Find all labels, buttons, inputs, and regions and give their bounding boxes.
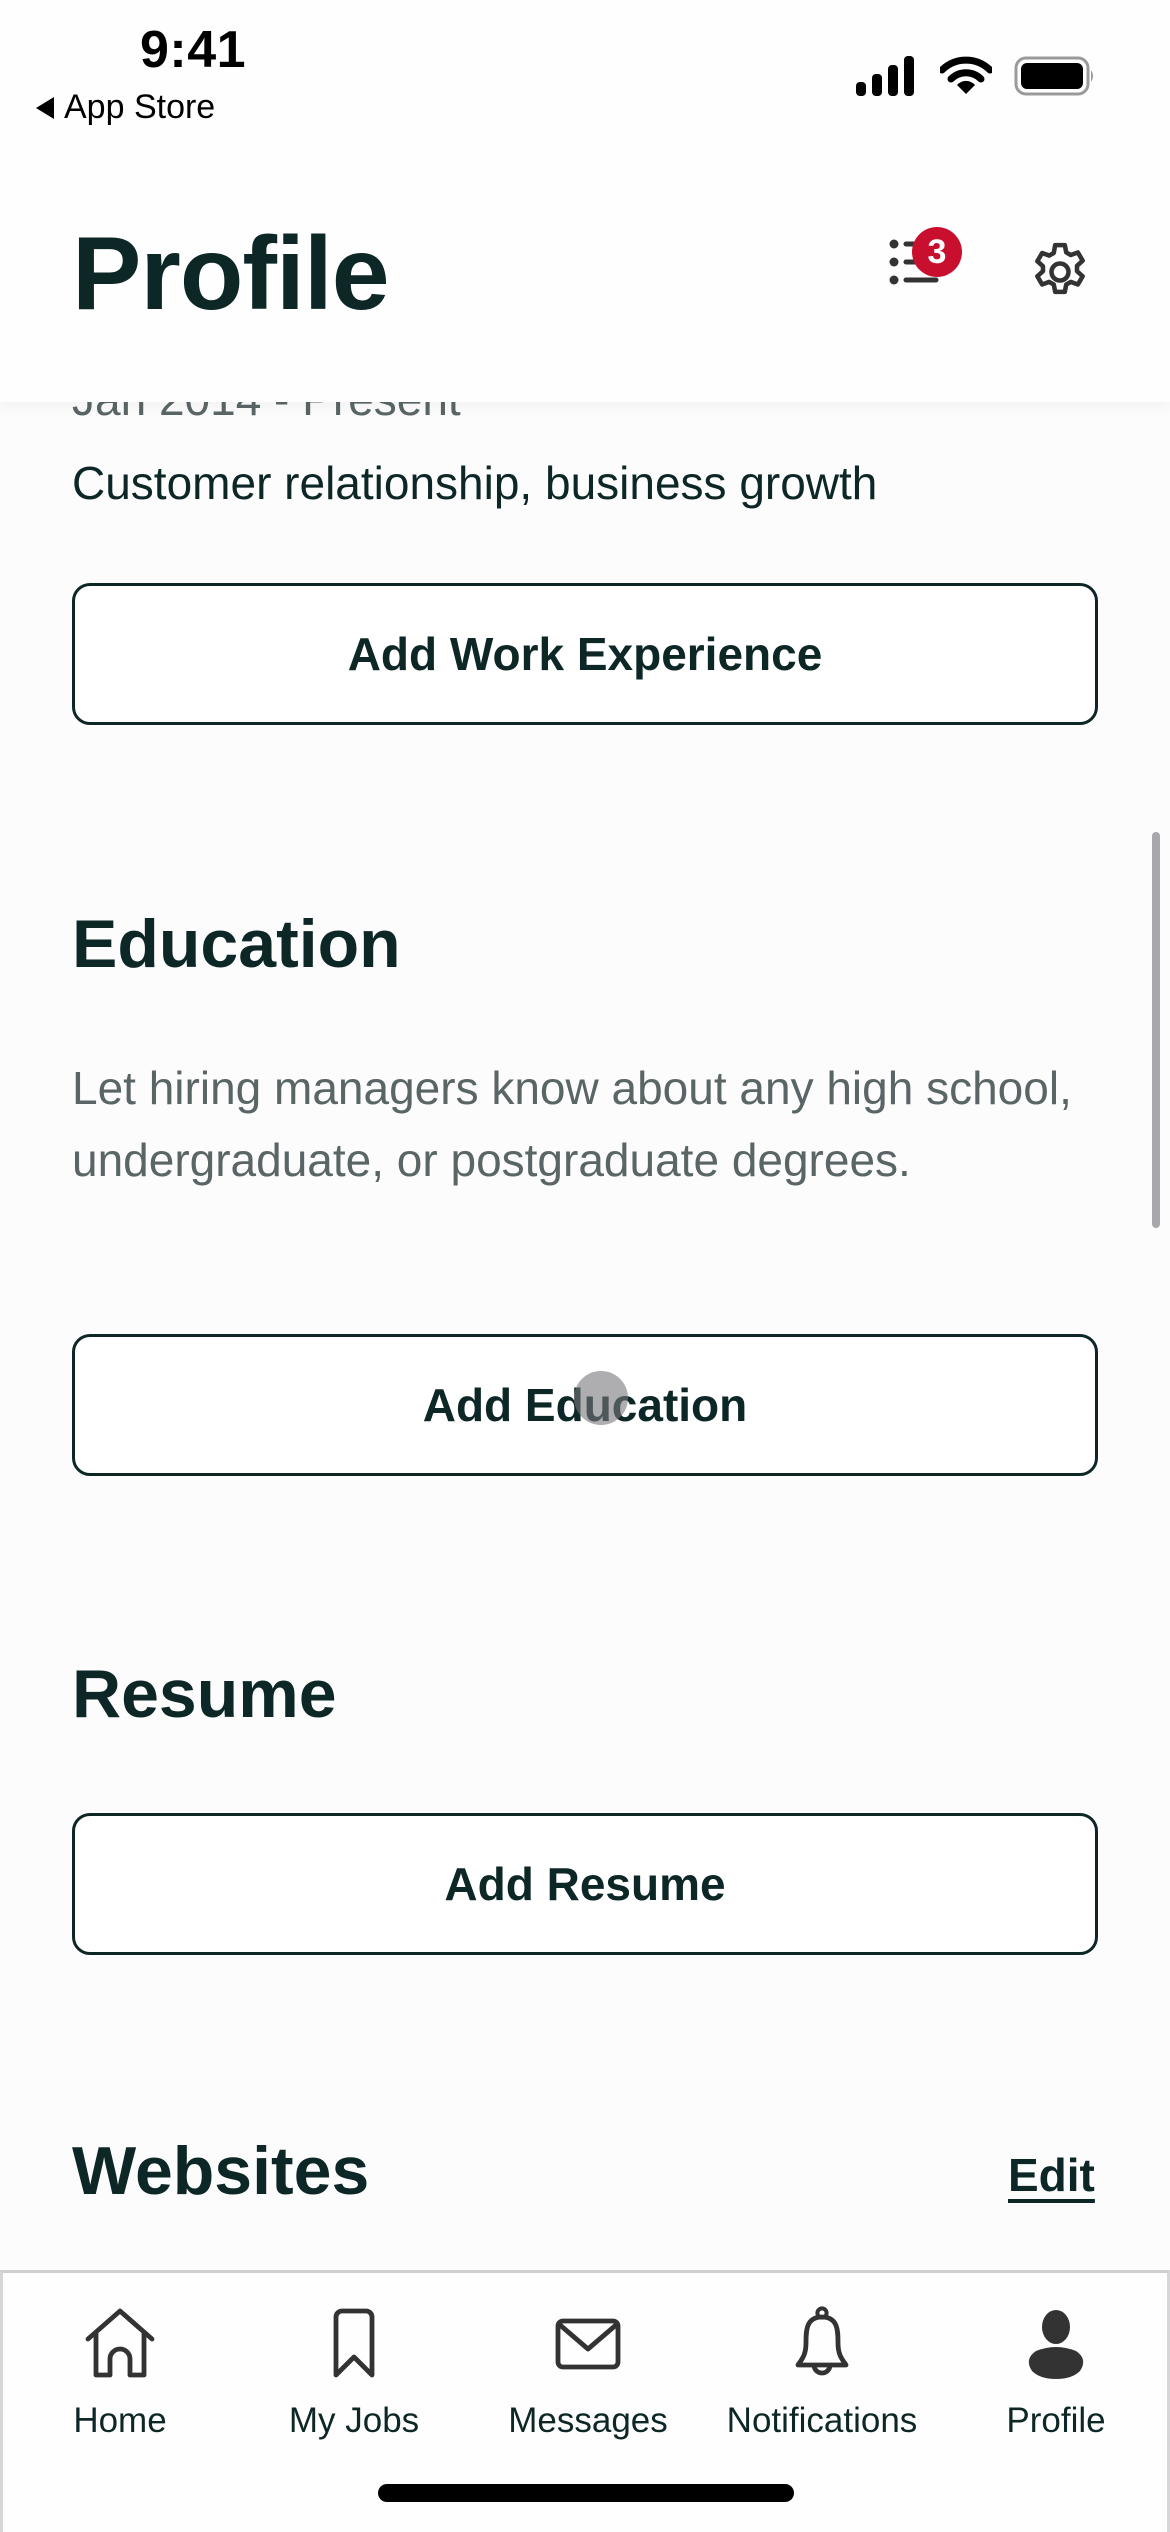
education-heading: Education [72,906,401,982]
tab-profile[interactable]: Profile [939,2303,1170,2441]
education-description: Let hiring managers know about any high … [72,1062,1072,1186]
tab-profile-label: Profile [1006,2401,1106,2440]
tab-notifications-label: Notifications [726,2401,918,2440]
home-indicator[interactable] [378,2484,794,2502]
tab-messages-label: Messages [508,2401,668,2440]
tab-my-jobs[interactable]: My Jobs [237,2303,471,2441]
tab-my-jobs-label: My Jobs [288,2401,420,2440]
scrollbar[interactable] [1152,832,1160,1228]
back-to-app-store[interactable]: App Store [36,88,215,127]
bell-icon [795,2306,849,2376]
websites-edit-link[interactable]: Edit [1008,2148,1095,2202]
tab-home[interactable]: Home [3,2303,237,2441]
wifi-icon [940,56,992,94]
page-title: Profile [72,216,390,332]
add-resume-button[interactable]: Add Resume [72,1813,1098,1955]
back-label: App Store [64,88,216,126]
bookmark-icon [333,2308,375,2378]
home-icon [85,2308,155,2378]
checklist-badge: 3 [912,227,962,277]
tab-home-label: Home [73,2401,167,2440]
websites-heading: Websites [72,2133,370,2209]
settings-button[interactable] [1026,238,1094,306]
cellular-signal-icon [856,56,914,96]
back-triangle-icon [36,96,54,119]
status-time: 9:41 [140,21,247,79]
tab-notifications[interactable]: Notifications [705,2303,939,2441]
resume-heading: Resume [72,1656,337,1732]
gear-icon [1035,242,1085,295]
battery-icon [1014,56,1093,96]
status-icons [854,56,1096,96]
person-icon [1028,2310,1084,2379]
touch-indicator [574,1371,628,1425]
add-work-experience-button[interactable]: Add Work Experience [72,583,1098,725]
envelope-icon [555,2318,621,2370]
tab-messages[interactable]: Messages [471,2303,705,2441]
experience-description: Customer relationship, business growth [72,457,878,509]
